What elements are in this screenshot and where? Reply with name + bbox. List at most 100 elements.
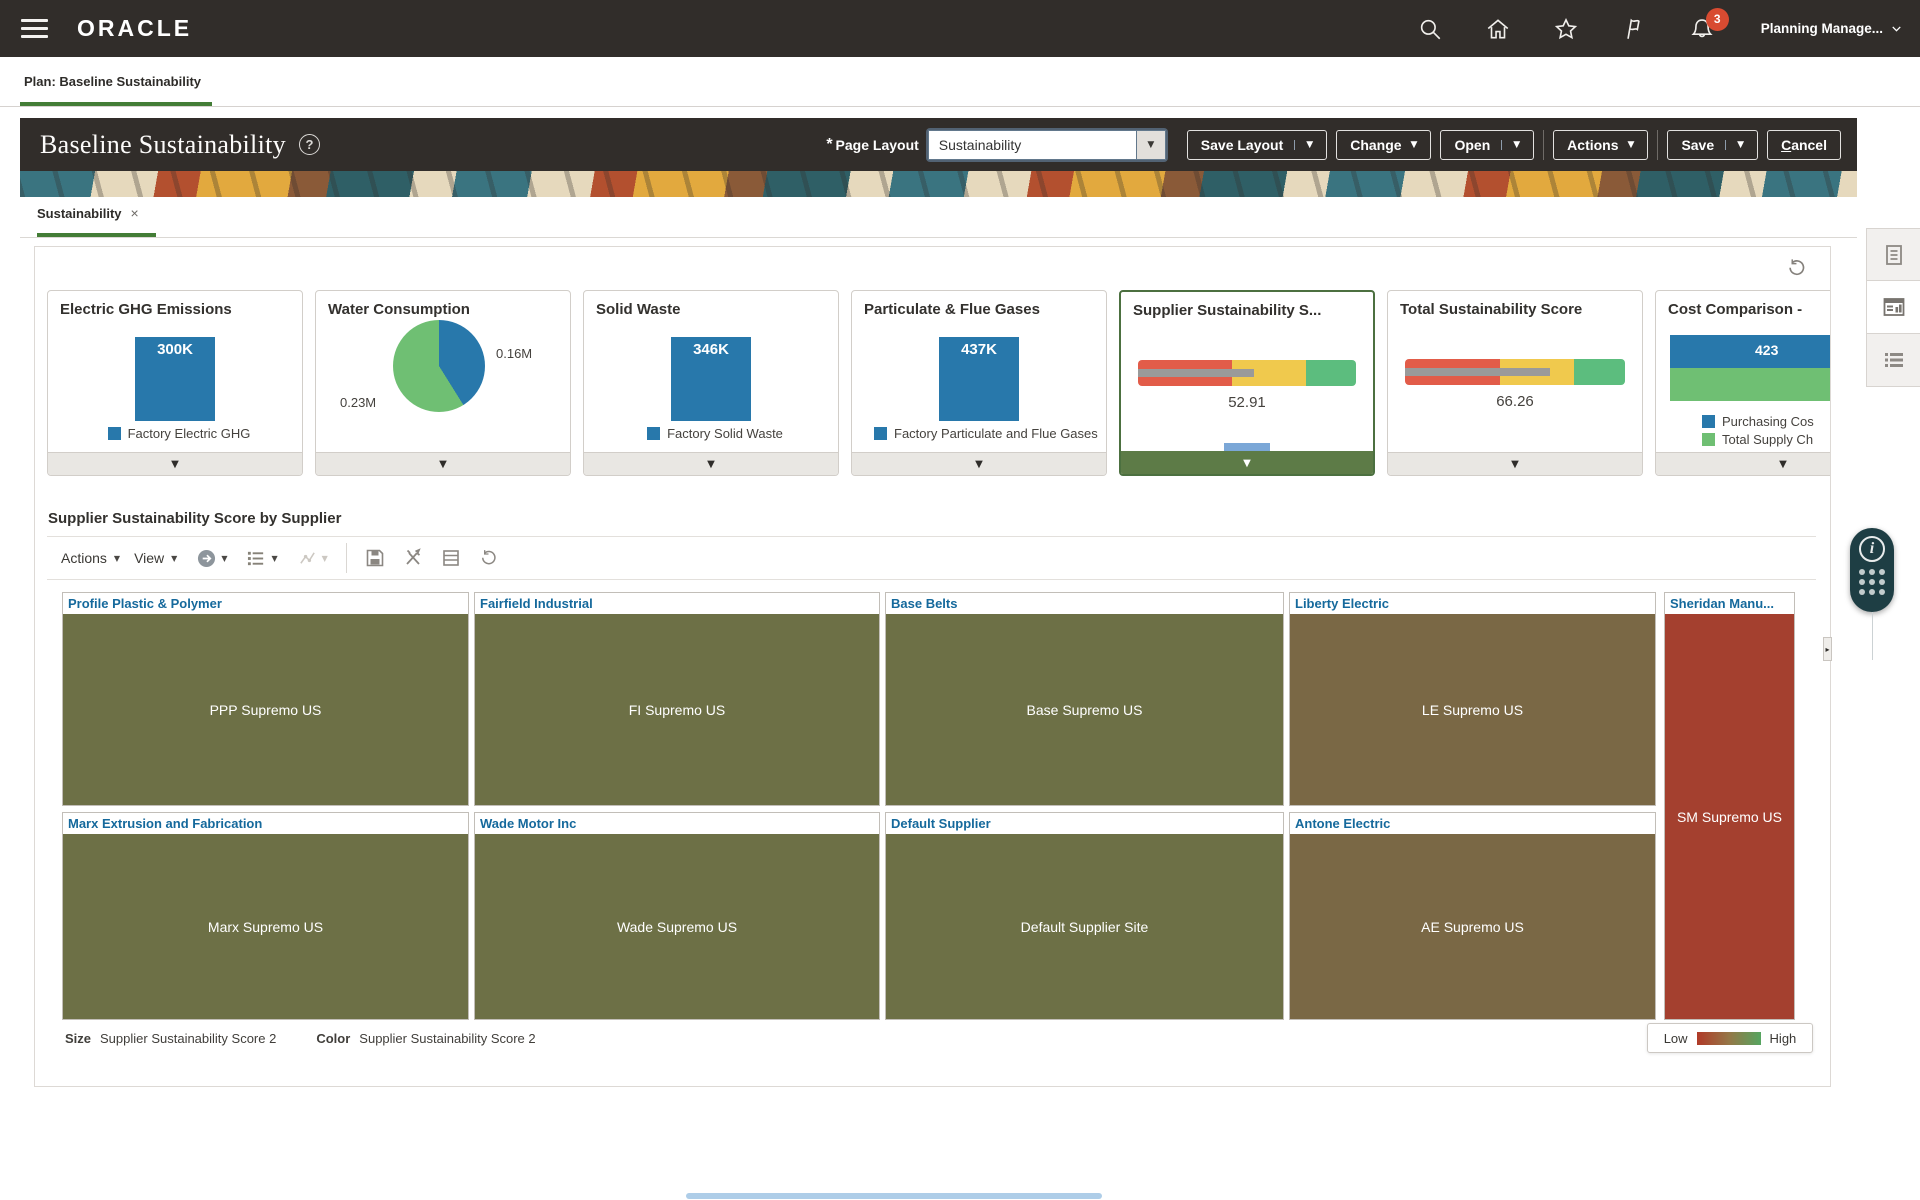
gauge-needle — [1138, 369, 1254, 377]
treemap-tile-body[interactable]: Base Supremo US — [886, 614, 1283, 805]
treemap-tile-link[interactable]: Default Supplier — [886, 813, 1283, 834]
treemap-tile-link[interactable]: Fairfield Industrial — [475, 593, 879, 614]
treemap-tile-body[interactable]: Default Supplier Site — [886, 834, 1283, 1019]
refresh-tiles-icon[interactable] — [1786, 257, 1808, 279]
treemap-tile-body[interactable]: Marx Supremo US — [63, 834, 468, 1019]
pie-label-blue: 0.16M — [496, 346, 532, 361]
infotile-view-button[interactable] — [1866, 281, 1920, 334]
treemap-tile-link[interactable]: Marx Extrusion and Fabrication — [63, 813, 468, 834]
save-dropdown-icon[interactable]: ▼ — [1725, 140, 1744, 150]
tile-particulate-flue-gases[interactable]: Particulate & Flue Gases 437K Factory Pa… — [851, 290, 1107, 476]
tab-label: Sustainability — [37, 206, 122, 221]
tile-water-consumption[interactable]: Water Consumption 0.16M 0.23M ▼ — [315, 290, 571, 476]
tile-expand-button[interactable]: ▼ — [1121, 451, 1373, 474]
tile-expand-button[interactable]: ▼ — [316, 452, 570, 475]
horizontal-scrollbar-thumb[interactable] — [686, 1193, 1102, 1199]
drill-go-icon[interactable]: ▼ — [197, 549, 227, 568]
treemap-tile-sheridan[interactable]: Sheridan Manu... SM Supremo US — [1664, 592, 1795, 1020]
hamburger-menu-icon[interactable] — [21, 19, 48, 38]
actions-dropdown-icon[interactable]: ▼ — [1628, 140, 1635, 150]
treemap-tile-base-belts[interactable]: Base Belts Base Supremo US — [885, 592, 1284, 806]
gauge-green-segment — [1306, 360, 1356, 386]
change-dropdown-icon[interactable]: ▼ — [1411, 140, 1418, 150]
flag-watchlist-icon[interactable] — [1621, 16, 1647, 42]
treemap-tile-link[interactable]: Wade Motor Inc — [475, 813, 879, 834]
treemap-tile-profile-plastic[interactable]: Profile Plastic & Polymer PPP Supremo US — [62, 592, 469, 806]
tile-expand-button[interactable]: ▼ — [1656, 452, 1830, 475]
assistance-widget[interactable]: i — [1850, 528, 1894, 612]
size-label: Size — [65, 1031, 91, 1046]
levels-format-icon[interactable]: ▼ — [247, 549, 277, 568]
treemap-tile-link[interactable]: Sheridan Manu... — [1665, 593, 1794, 614]
treemap-tile-body[interactable]: Wade Supremo US — [475, 834, 879, 1019]
tile-supplier-sustainability-score[interactable]: Supplier Sustainability S... 52.91 ▼ — [1119, 290, 1375, 476]
page-layout-value[interactable]: Sustainability — [928, 130, 1136, 160]
tile-legend: Factory Solid Waste — [592, 426, 838, 441]
treemap-tile-default-supplier[interactable]: Default Supplier Default Supplier Site — [885, 812, 1284, 1020]
tile-expand-button[interactable]: ▼ — [1388, 452, 1642, 475]
caret-down-icon: ▼ — [1511, 459, 1519, 470]
tile-solid-waste[interactable]: Solid Waste 346K Factory Solid Waste ▼ — [583, 290, 839, 476]
home-icon[interactable] — [1485, 16, 1511, 42]
toolbar-view-menu[interactable]: View▼ — [134, 550, 177, 566]
page-title: Baseline Sustainability — [40, 130, 286, 160]
cancel-button[interactable]: Cancel — [1767, 130, 1841, 160]
pie-chart — [393, 320, 485, 412]
treemap-tile-body[interactable]: FI Supremo US — [475, 614, 879, 805]
tile-expand-button[interactable]: ▼ — [852, 452, 1106, 475]
tile-expand-button[interactable]: ▼ — [584, 452, 838, 475]
document-view-button[interactable] — [1866, 228, 1920, 281]
gauge-value: 52.91 — [1121, 394, 1373, 411]
treemap-tile-antone-electric[interactable]: Antone Electric AE Supremo US — [1289, 812, 1656, 1020]
refresh-treemap-icon[interactable] — [479, 548, 499, 568]
color-label: Color — [316, 1031, 350, 1046]
tile-title: Supplier Sustainability S... — [1121, 292, 1373, 319]
actions-button[interactable]: Actions ▼ — [1553, 130, 1648, 160]
grid-dots-icon[interactable] — [1850, 569, 1894, 595]
treemap-tile-liberty-electric[interactable]: Liberty Electric LE Supremo US — [1289, 592, 1656, 806]
change-button[interactable]: Change ▼ — [1336, 130, 1431, 160]
search-icon[interactable] — [1417, 16, 1443, 42]
treemap-tile-link[interactable]: Profile Plastic & Polymer — [63, 593, 468, 614]
treemap-tile-body[interactable]: SM Supremo US — [1665, 614, 1794, 1019]
tile-electric-ghg[interactable]: Electric GHG Emissions 300K Factory Elec… — [47, 290, 303, 476]
page-layout-select[interactable]: Sustainability ▼ — [928, 130, 1166, 160]
tab-sustainability[interactable]: Sustainability × — [37, 205, 139, 221]
save-view-icon[interactable] — [365, 548, 385, 568]
save-layout-button[interactable]: Save Layout ▼ — [1187, 130, 1327, 160]
treemap-tile-wade-motor[interactable]: Wade Motor Inc Wade Supremo US — [474, 812, 880, 1020]
treemap-tile-fairfield[interactable]: Fairfield Industrial FI Supremo US — [474, 592, 880, 806]
caret-down-icon: ▼ — [975, 459, 983, 470]
save-button[interactable]: Save ▼ — [1667, 130, 1758, 160]
tile-total-sustainability-score[interactable]: Total Sustainability Score 66.26 ▼ — [1387, 290, 1643, 476]
tile-cost-comparison[interactable]: Cost Comparison - 423 Purchasing Cos Tot… — [1655, 290, 1830, 476]
hbar-purchasing-cost: 423 — [1670, 335, 1830, 368]
open-dropdown-icon[interactable]: ▼ — [1501, 140, 1520, 150]
table-view-icon[interactable] — [441, 548, 461, 568]
open-button[interactable]: Open ▼ — [1440, 130, 1534, 160]
info-icon[interactable]: i — [1859, 536, 1885, 562]
page-layout-dropdown-icon[interactable]: ▼ — [1136, 130, 1166, 160]
favorites-star-icon[interactable] — [1553, 16, 1579, 42]
list-view-button[interactable] — [1866, 334, 1920, 387]
toolbar-actions-menu[interactable]: Actions▼ — [61, 550, 120, 566]
notifications-bell-icon[interactable]: 3 — [1689, 16, 1715, 42]
tile-title: Electric GHG Emissions — [48, 291, 302, 318]
help-icon[interactable]: ? — [299, 134, 320, 155]
treemap-tile-marx[interactable]: Marx Extrusion and Fabrication Marx Supr… — [62, 812, 469, 1020]
treemap-tile-link[interactable]: Base Belts — [886, 593, 1283, 614]
treemap-tile-body[interactable]: PPP Supremo US — [63, 614, 468, 805]
plan-tab[interactable]: Plan: Baseline Sustainability — [20, 57, 205, 106]
treemap-tile-link[interactable]: Antone Electric — [1290, 813, 1655, 834]
user-menu[interactable]: Planning Manage... — [1761, 21, 1904, 36]
save-layout-dropdown-icon[interactable]: ▼ — [1294, 140, 1313, 150]
scale-low-label: Low — [1664, 1031, 1688, 1046]
treemap-tile-body[interactable]: AE Supremo US — [1290, 834, 1655, 1019]
bar-factory-particulate: 437K — [939, 337, 1019, 421]
manage-tools-icon[interactable] — [403, 548, 423, 568]
treemap-tile-body[interactable]: LE Supremo US — [1290, 614, 1655, 805]
tile-expand-button[interactable]: ▼ — [48, 452, 302, 475]
panel-splitter-handle[interactable]: ▸ — [1823, 637, 1832, 661]
tab-close-icon[interactable]: × — [131, 205, 139, 221]
treemap-tile-link[interactable]: Liberty Electric — [1290, 593, 1655, 614]
